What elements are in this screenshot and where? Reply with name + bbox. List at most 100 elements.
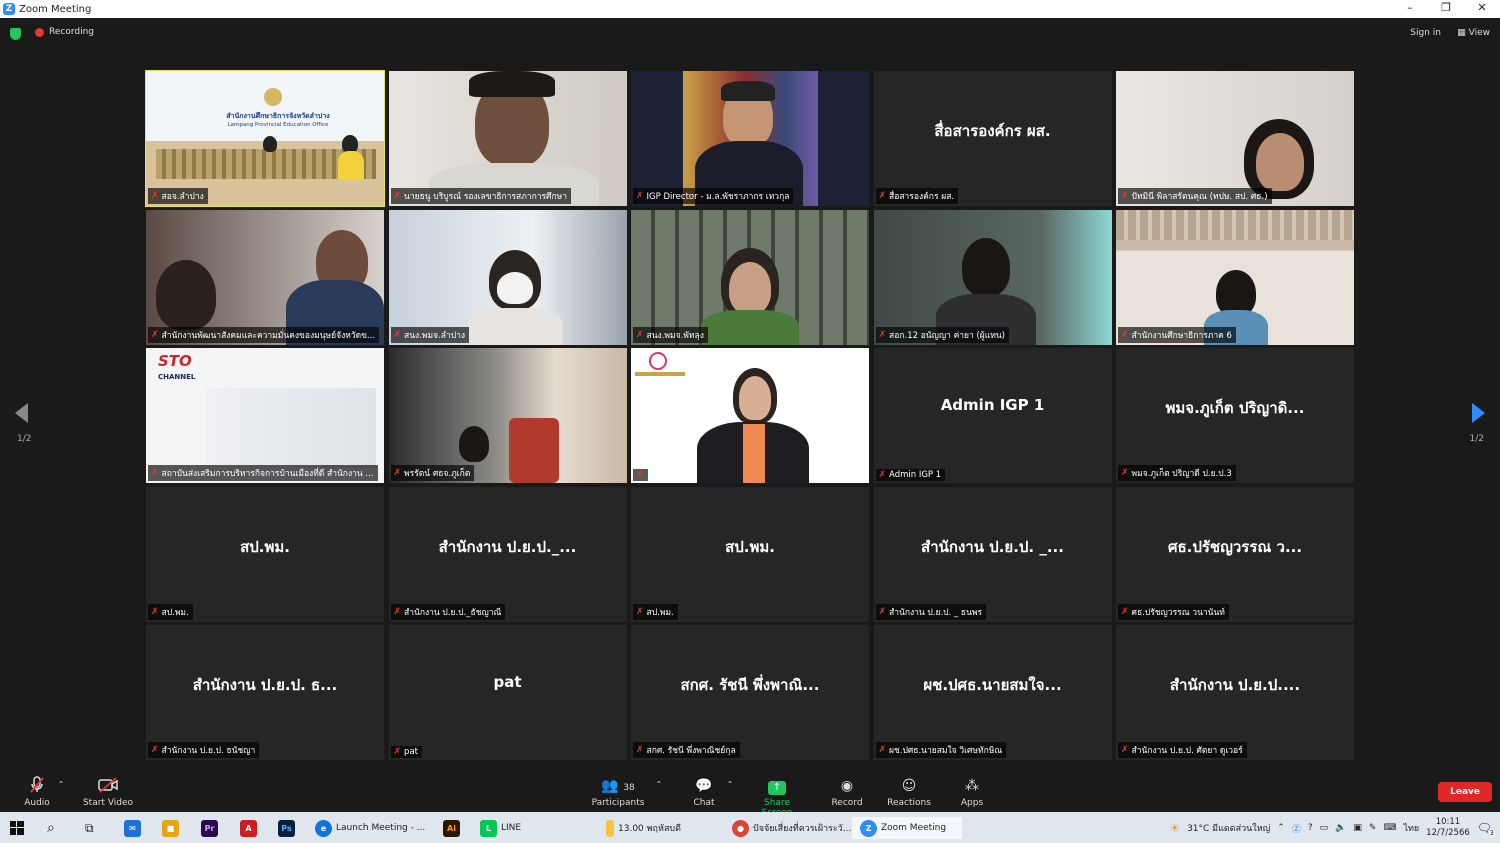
restore-button[interactable]: ❐ bbox=[1428, 0, 1464, 18]
taskbar-chrome[interactable]: ● ปัจจัยเสี่ยงที่ควรเฝ้าระวั... bbox=[732, 819, 851, 837]
participant-tile[interactable]: ✗ ปัทมินี พิลาสรัตนคุณ (ทปษ. สป. ศธ.) bbox=[1116, 71, 1354, 206]
task-view-icon[interactable]: ⧉ bbox=[85, 819, 94, 837]
participant-tile[interactable]: สป.พม. ✗ สป.พม. bbox=[146, 486, 384, 622]
participants-chevron-icon[interactable]: ⌃ bbox=[654, 780, 664, 789]
next-page-arrow-icon[interactable] bbox=[1472, 403, 1485, 423]
recording-dot-icon bbox=[35, 27, 44, 37]
participant-name-label: ✗ pat bbox=[390, 746, 422, 758]
chat-button[interactable]: 💬 Chat bbox=[688, 776, 720, 808]
muted-mic-icon: ✗ bbox=[393, 747, 402, 757]
participant-tile[interactable]: สป.พม. ✗ สป.พม. bbox=[631, 486, 869, 622]
volume-tray-icon[interactable]: 🔈 bbox=[1335, 823, 1346, 833]
display-tray-icon[interactable]: ▭ bbox=[1320, 823, 1329, 833]
participant-tile[interactable]: สำนักงาน ป.ย.ป._... ✗ สำนักงาน ป.ย.ป._ธัชญ… bbox=[388, 486, 627, 622]
record-button[interactable]: ◉ Record bbox=[828, 776, 866, 808]
taskbar-zoom[interactable]: Z Zoom Meeting bbox=[852, 817, 962, 839]
participant-name-large: สป.พม. bbox=[725, 537, 775, 556]
sign-in-link[interactable]: Sign in bbox=[1410, 28, 1441, 38]
language-indicator[interactable]: ไทย bbox=[1403, 821, 1419, 835]
security-shield-icon[interactable] bbox=[10, 28, 21, 40]
share-screen-icon: ↑ bbox=[748, 776, 806, 796]
muted-mic-icon: ✗ bbox=[393, 468, 402, 478]
participant-name-large: สกศ. รัชนี พึ่งพาณิ... bbox=[680, 676, 820, 694]
taskbar-folder-item[interactable]: 13.00 พฤหัสบดี bbox=[606, 819, 681, 837]
participant-tile[interactable]: สกศ. รัชนี พึ่งพาณิ... ✗ สกศ. รัชนี พึ่งพา… bbox=[631, 625, 869, 760]
participant-tile[interactable]: ศธ.ปรัชญวรรณ ว... ✗ ศธ.ปรัชญวรรณ วนานันท์ bbox=[1116, 486, 1354, 622]
participant-name: สกศ. รัชนี พึ่งพาณิชย์กุล bbox=[646, 746, 736, 756]
close-button[interactable]: ✕ bbox=[1464, 0, 1500, 18]
apps-icon: ⁂ bbox=[965, 778, 979, 794]
participant-tile[interactable]: พมจ.ภูเก็ต ปริญาดิ... ✗ พมจ.ภูเก็ต ปริญาดี… bbox=[1116, 348, 1354, 483]
tray-chevron-icon[interactable]: ⌃ bbox=[1277, 823, 1285, 833]
pen-tray-icon[interactable]: ✎ bbox=[1369, 823, 1377, 833]
participant-tile[interactable]: ✗ สำนักงานพัฒนาสังคมและความมั่นคงของมนุษย… bbox=[146, 209, 384, 345]
participant-name-label: ✗ สนง.พมจ.ลำปาง bbox=[390, 326, 470, 343]
participant-tile[interactable]: ผช.ปศธ.นายสมใจ... ✗ ผช.ปศธ.นายสมใจ วิเศษทั… bbox=[873, 625, 1112, 760]
participant-tile[interactable]: สำนักงานศึกษาธิการจังหวัดลำปาง Lampang Pr… bbox=[145, 70, 385, 207]
chat-chevron-icon[interactable]: ⌃ bbox=[725, 780, 735, 789]
participant-tile[interactable]: pat ✗ pat bbox=[388, 625, 627, 760]
network-tray-icon[interactable]: ▣ bbox=[1353, 823, 1362, 833]
audio-options-chevron-icon[interactable]: ⌃ bbox=[56, 780, 66, 789]
recording-label: Recording bbox=[49, 27, 95, 37]
view-button[interactable]: ▦ View bbox=[1457, 28, 1490, 38]
participant-tile[interactable]: ✗ สอก.12 อนัญญา ค่ายา (ผู้แทน) bbox=[873, 209, 1112, 345]
participant-tile[interactable]: Admin IGP 1 ✗ Admin IGP 1 bbox=[873, 348, 1112, 483]
previous-page-arrow-icon[interactable] bbox=[15, 403, 28, 423]
participant-tile[interactable]: สำนักงาน ป.ย.ป. _... ✗ สำนักงาน ป.ย.ป. _ ธ… bbox=[873, 486, 1112, 622]
illustrator-app-icon[interactable]: Ai bbox=[443, 819, 460, 837]
premiere-app-icon[interactable]: Pr bbox=[201, 819, 218, 837]
zoom-tray-icon[interactable]: Ⓩ bbox=[1292, 822, 1301, 835]
participant-tile[interactable]: สื่อสารองค์กร ผส. ✗ สื่อสารองค์กร ผส. bbox=[873, 71, 1112, 206]
participant-name: สำนักงานพัฒนาสังคมและความมั่นคงของมนุษย์… bbox=[161, 330, 376, 341]
system-tray: ☀ 31°C มีแดดส่วนใหญ่ ⌃ Ⓩ ? ▭ 🔈 ▣ ✎ ⌨ ไทย… bbox=[1169, 817, 1495, 839]
line-label: LINE bbox=[501, 823, 522, 833]
taskbar-launch-meeting[interactable]: e Launch Meeting - ... bbox=[315, 819, 425, 837]
participant-tile[interactable]: ✗ พรรัตน์ ศธจ.ภูเก็ต bbox=[388, 348, 627, 483]
participant-name-large: พมจ.ภูเก็ต ปริญาดิ... bbox=[1165, 399, 1305, 417]
help-tray-icon[interactable]: ? bbox=[1308, 823, 1313, 833]
audio-button[interactable]: Audio bbox=[22, 776, 52, 808]
apps-button[interactable]: ⁂ Apps bbox=[956, 776, 988, 808]
system-clock[interactable]: 10:11 12/7/2566 bbox=[1426, 817, 1470, 839]
participant-tile[interactable]: ✗ สนง.พมจ.ลำปาง bbox=[388, 209, 627, 345]
notification-center-icon[interactable]: 🗨 3 bbox=[1477, 821, 1495, 837]
store-app-icon[interactable]: ■ bbox=[162, 819, 179, 837]
chat-label: Chat bbox=[693, 798, 715, 808]
participant-tile[interactable]: สำนักงาน ป.ย.ป.... ✗ สำนักงาน ป.ย.ป. ศัตยา… bbox=[1116, 625, 1354, 760]
weather-label[interactable]: 31°C มีแดดส่วนใหญ่ bbox=[1187, 821, 1270, 835]
participant-tile[interactable]: ✗ bbox=[631, 348, 869, 483]
keyboard-tray-icon[interactable]: ⌨ bbox=[1383, 823, 1396, 833]
participant-name: สป.พม. bbox=[161, 607, 189, 618]
participant-name-label: ✗ สถาบันส่งเสริมการบริหารกิจการบ้านเมืองท… bbox=[148, 465, 378, 481]
participant-tile[interactable]: ✗ IGP Director - ม.ล.พัชราภากร เทวกุล bbox=[631, 71, 869, 206]
start-video-button[interactable]: Start Video bbox=[82, 776, 134, 808]
search-icon[interactable]: ⌕ bbox=[47, 819, 55, 837]
muted-mic-icon: ✗ bbox=[1121, 606, 1129, 617]
mail-app-icon[interactable]: ✉ bbox=[124, 819, 141, 837]
windows-start-icon[interactable] bbox=[10, 819, 24, 837]
participant-name-large: สำนักงาน ป.ย.ป._... bbox=[438, 537, 577, 556]
leave-button[interactable]: Leave bbox=[1438, 782, 1492, 802]
participant-tile[interactable]: ✗ สนง.พมจ.พัทลุง bbox=[631, 209, 869, 345]
muted-mic-icon: ✗ bbox=[151, 191, 159, 201]
participant-tile[interactable]: ✗ สำนักงานศึกษาธิการภาค 6 bbox=[1116, 209, 1354, 345]
meeting-toolbar: Audio ⌃ Start Video 👥 38 Participants ⌃ … bbox=[0, 772, 1500, 818]
minimize-button[interactable]: – bbox=[1392, 0, 1428, 18]
participants-button[interactable]: 👥 38 Participants bbox=[590, 776, 646, 808]
muted-mic-icon: ✗ bbox=[1121, 191, 1129, 201]
acrobat-app-icon[interactable]: A bbox=[240, 819, 257, 837]
participant-name-large: สื่อสารองค์กร ผส. bbox=[934, 122, 1051, 140]
photoshop-app-icon[interactable]: Ps bbox=[278, 819, 295, 837]
reactions-button[interactable]: ☺ Reactions bbox=[886, 776, 932, 808]
muted-mic-icon: ✗ bbox=[878, 329, 887, 340]
participant-tile[interactable]: ✗ นายธนู บริบูรณ์ รองเลขาธิการสภาการศึกษา bbox=[388, 71, 627, 206]
folder-item-label: 13.00 พฤหัสบดี bbox=[618, 824, 681, 834]
view-label: View bbox=[1468, 28, 1490, 38]
participant-tile[interactable]: สำนักงาน ป.ย.ป. ธ... ✗ สำนักงาน ป.ย.ป. ธนั… bbox=[146, 625, 384, 760]
recording-indicator[interactable]: Recording bbox=[35, 27, 94, 37]
taskbar-line[interactable]: L LINE bbox=[480, 819, 521, 837]
window-titlebar: Z Zoom Meeting – ❐ ✕ bbox=[0, 0, 1500, 18]
clock-date: 12/7/2566 bbox=[1426, 828, 1470, 838]
participant-tile[interactable]: STO CHANNEL ✗ สถาบันส่งเสริมการบริหารกิจการ… bbox=[146, 348, 384, 483]
